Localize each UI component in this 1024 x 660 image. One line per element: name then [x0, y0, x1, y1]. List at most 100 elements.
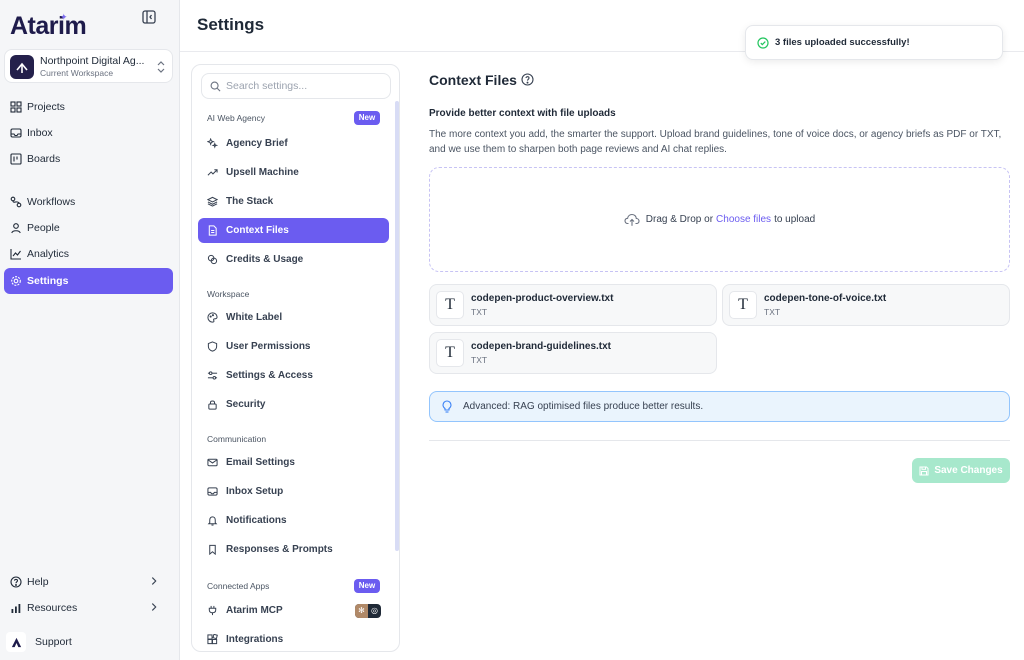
cloud-upload-icon	[624, 213, 640, 226]
nav-item-label: Projects	[27, 101, 65, 113]
menu-item-email-settings[interactable]: Email Settings	[198, 450, 389, 475]
nav-item-label: Boards	[27, 153, 61, 165]
connected-app-icons: ✻ ◎	[355, 604, 381, 618]
menu-item-label: Credits & Usage	[226, 254, 304, 265]
menu-item-context-files[interactable]: Context Files	[198, 218, 389, 243]
chevron-up-down-icon	[157, 61, 165, 73]
nav-item-boards[interactable]: Boards	[4, 146, 173, 172]
file-type: TXT	[471, 307, 488, 317]
menu-item-agency-brief[interactable]: Agency Brief	[198, 131, 389, 156]
section-label-workspace: Workspace	[207, 289, 250, 299]
menu-item-label: Integrations	[226, 634, 284, 645]
search-icon	[210, 81, 221, 92]
menu-item-white-label[interactable]: White Label	[198, 305, 389, 330]
nav-item-people[interactable]: People	[4, 215, 173, 241]
nav-item-help[interactable]: Help	[4, 569, 173, 595]
support-label: Support	[35, 636, 72, 648]
menu-item-label: Email Settings	[226, 457, 295, 468]
menu-item-label: Responses & Prompts	[226, 544, 333, 555]
file-type: TXT	[764, 307, 781, 317]
search-input[interactable]	[226, 77, 386, 95]
menu-item-responses-prompts[interactable]: Responses & Prompts	[198, 537, 389, 562]
save-label: Save Changes	[934, 465, 1003, 476]
layers-icon	[207, 196, 218, 207]
file-name: codepen-tone-of-voice.txt	[764, 293, 887, 304]
save-changes-button[interactable]: Save Changes	[912, 458, 1010, 483]
text-file-icon: T	[729, 291, 757, 319]
chevron-right-icon	[151, 577, 157, 585]
bell-icon	[207, 516, 218, 526]
collapse-sidebar-icon[interactable]	[142, 10, 156, 24]
success-toast: 3 files uploaded successfully!	[745, 25, 1003, 60]
menu-item-label: Notifications	[226, 515, 287, 526]
menu-item-label: Agency Brief	[226, 138, 288, 149]
file-card[interactable]: T codepen-brand-guidelines.txt TXT	[429, 332, 717, 374]
nav-item-projects[interactable]: Projects	[4, 94, 173, 120]
new-badge: New	[354, 111, 380, 125]
settings-search[interactable]	[201, 73, 391, 99]
menu-item-label: Inbox Setup	[226, 486, 284, 497]
left-sidebar: Atarim ✦ Northpoint Digital Ag... Curren…	[0, 0, 180, 660]
help-circle-icon[interactable]	[521, 73, 534, 86]
app-logo-icon: ✻	[355, 604, 368, 618]
menu-item-label: Upsell Machine	[226, 167, 299, 178]
file-card[interactable]: T codepen-tone-of-voice.txt TXT	[722, 284, 1010, 326]
menu-item-notifications[interactable]: Notifications	[198, 508, 389, 533]
menu-item-label: Security	[226, 399, 266, 410]
menu-item-settings-access[interactable]: Settings & Access	[198, 363, 389, 388]
content-divider	[429, 440, 1010, 441]
menu-item-credits-usage[interactable]: Credits & Usage	[198, 247, 389, 272]
menu-item-label: Atarim MCP	[226, 605, 283, 616]
menu-item-inbox-setup[interactable]: Inbox Setup	[198, 479, 389, 504]
menu-item-label: Context Files	[226, 225, 289, 236]
logo-sparkle-icon: ✦	[60, 12, 68, 22]
menu-item-label: User Permissions	[226, 341, 311, 352]
menu-item-upsell-machine[interactable]: Upsell Machine	[198, 160, 389, 185]
file-dropzone[interactable]: Drag & Drop or Choose files to upload	[429, 167, 1010, 272]
lightbulb-icon	[442, 400, 452, 413]
nav-item-label: People	[27, 222, 60, 234]
file-name: codepen-product-overview.txt	[471, 293, 614, 304]
menu-item-label: The Stack	[226, 196, 274, 207]
nav-item-settings[interactable]: Settings	[4, 268, 173, 294]
choose-files-link[interactable]: Choose files	[716, 214, 771, 225]
nav-item-label: Analytics	[27, 248, 70, 260]
nav-item-label: Resources	[27, 602, 78, 614]
nav-item-label: Workflows	[27, 196, 76, 208]
workspace-name: Northpoint Digital Ag...	[40, 55, 145, 67]
nav-item-resources[interactable]: Resources	[4, 595, 173, 621]
nav-item-inbox[interactable]: Inbox	[4, 120, 173, 146]
info-text: Advanced: RAG optimised files produce be…	[463, 401, 704, 412]
file-text-icon	[208, 225, 217, 236]
file-type: TXT	[471, 355, 488, 365]
support-button[interactable]: Support	[6, 630, 166, 654]
sliders-icon	[207, 371, 218, 380]
nav-item-label: Help	[27, 576, 49, 588]
bar-chart-icon	[11, 604, 21, 613]
dropzone-text: Drag & Drop or	[645, 214, 714, 225]
menu-item-security[interactable]: Security	[198, 392, 389, 417]
save-icon	[919, 466, 929, 475]
file-card[interactable]: T codepen-product-overview.txt TXT	[429, 284, 717, 326]
dropzone-suffix: to upload	[774, 214, 816, 225]
mail-icon	[207, 458, 218, 467]
shield-icon	[207, 341, 218, 352]
workspace-switcher[interactable]: Northpoint Digital Ag... Current Workspa…	[4, 49, 173, 83]
text-file-icon: T	[436, 291, 464, 319]
upload-description: The more context you add, the smarter th…	[429, 129, 1002, 155]
section-label-ai-web-agency: AI Web Agency	[207, 113, 265, 123]
nav-item-workflows[interactable]: Workflows	[4, 189, 173, 215]
menu-item-user-permissions[interactable]: User Permissions	[198, 334, 389, 359]
menu-scrollbar[interactable]	[395, 101, 399, 551]
gear-icon	[11, 276, 21, 286]
upload-subheading: Provide better context with file uploads	[429, 108, 616, 119]
nav-item-analytics[interactable]: Analytics	[4, 241, 173, 267]
coins-icon	[207, 254, 218, 265]
file-name: codepen-brand-guidelines.txt	[471, 341, 612, 352]
nav-item-label: Inbox	[27, 127, 53, 139]
menu-item-integrations[interactable]: Integrations	[198, 627, 389, 651]
board-icon	[10, 153, 22, 165]
person-icon	[11, 223, 21, 234]
inbox-icon	[207, 487, 218, 496]
menu-item-the-stack[interactable]: The Stack	[198, 189, 389, 214]
